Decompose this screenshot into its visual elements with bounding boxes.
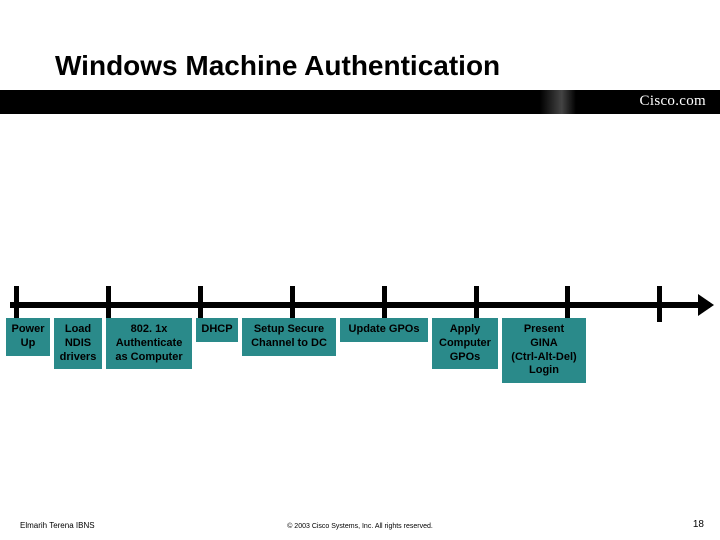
timeline-step: Apply Computer GPOs	[432, 318, 498, 369]
timeline-step: Present GINA (Ctrl-Alt-Del) Login	[502, 318, 586, 383]
slide: Windows Machine Authentication Cisco.com…	[0, 0, 720, 540]
timeline-step: Setup Secure Channel to DC	[242, 318, 336, 356]
timeline-tick	[474, 286, 479, 322]
page-title: Windows Machine Authentication	[55, 50, 500, 82]
brand-bar: Cisco.com	[0, 90, 720, 114]
timeline-step: DHCP	[196, 318, 238, 342]
timeline-steps: Power Up Load NDIS drivers 802. 1x Authent…	[6, 318, 714, 383]
timeline-tick	[565, 286, 570, 322]
timeline-axis	[10, 302, 710, 308]
timeline-step-label: 802. 1x Authenticate as Computer	[115, 323, 182, 364]
timeline-step-label: Setup Secure Channel to DC	[251, 323, 327, 351]
timeline-step: Load NDIS drivers	[54, 318, 102, 369]
footer-copyright: © 2003 Cisco Systems, Inc. All rights re…	[287, 523, 433, 530]
timeline-tick	[382, 286, 387, 322]
timeline-tick	[106, 286, 111, 322]
timeline-step-label: Load NDIS drivers	[60, 323, 97, 364]
brand-label: Cisco.com	[640, 93, 706, 110]
timeline-tick	[14, 286, 19, 322]
timeline-step: 802. 1x Authenticate as Computer	[106, 318, 192, 369]
timeline-tick	[198, 286, 203, 322]
timeline-tick	[657, 286, 662, 322]
timeline-tick	[290, 286, 295, 322]
timeline-step: Update GPOs	[340, 318, 428, 342]
timeline-step-label: Present GINA (Ctrl-Alt-Del) Login	[511, 323, 576, 378]
timeline-step-label: Power Up	[11, 323, 44, 351]
timeline-step-label: DHCP	[201, 323, 232, 337]
timeline-step-label: Apply Computer GPOs	[439, 323, 491, 364]
timeline-arrowhead-icon	[698, 294, 714, 316]
footer-author: Elmarih Terena IBNS	[20, 521, 95, 530]
timeline-step-label: Update GPOs	[349, 323, 420, 337]
timeline-step: Power Up	[6, 318, 50, 356]
page-number: 18	[693, 519, 704, 530]
